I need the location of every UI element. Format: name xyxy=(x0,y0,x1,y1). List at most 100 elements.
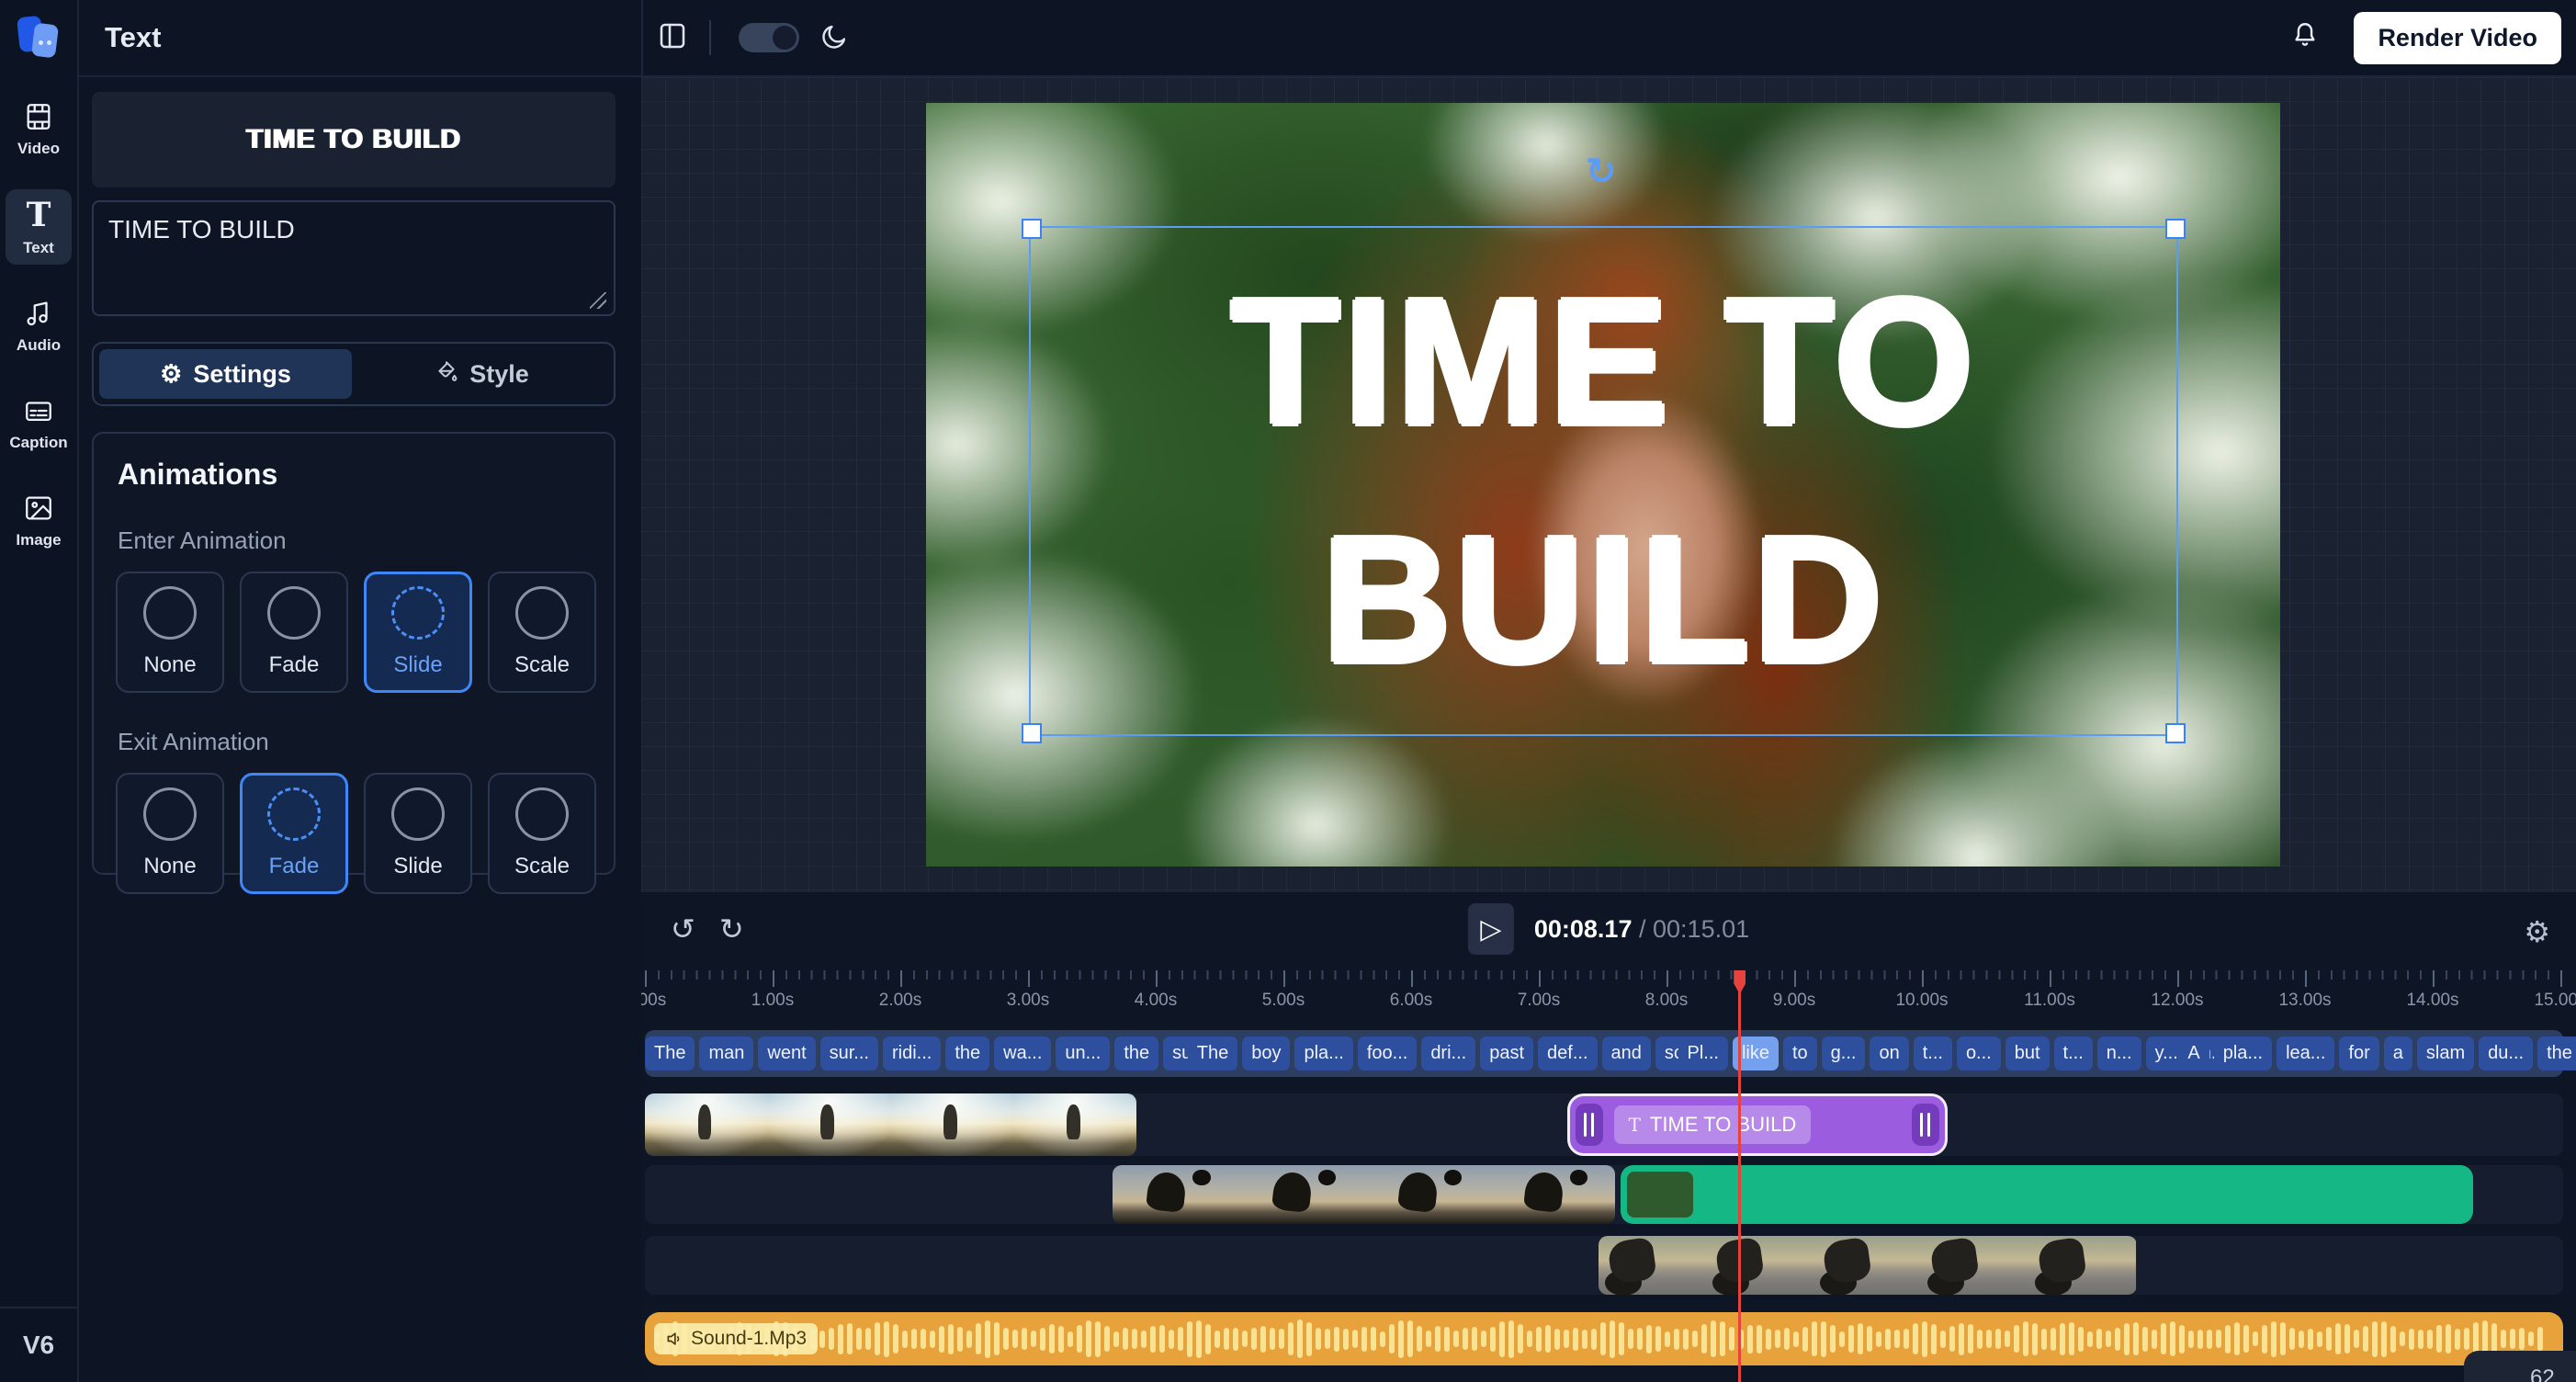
soccer-video-clip[interactable] xyxy=(1113,1165,1616,1224)
resize-handle-bottom-right[interactable] xyxy=(2165,723,2186,743)
animation-option-fade[interactable]: Fade xyxy=(240,572,348,693)
cycle-thumbnail xyxy=(1813,1236,1921,1295)
caption-group: Theboypla...foo...dri...pastdef...andsc.… xyxy=(1188,1036,1708,1070)
caption-word-chip[interactable]: t... xyxy=(2054,1036,2093,1070)
green-image-clip[interactable] xyxy=(1621,1165,2474,1224)
textarea-resize-handle[interactable] xyxy=(590,292,606,309)
sidebar-item-caption[interactable]: Caption xyxy=(6,386,72,459)
caption-word-chip[interactable]: n... xyxy=(2097,1036,2141,1070)
text-selection-box[interactable]: TIME TO BUILD xyxy=(1029,226,2178,736)
caption-word-chip[interactable]: wa... xyxy=(994,1036,1051,1070)
sidebar-item-label: Text xyxy=(23,239,54,257)
rotate-handle-icon[interactable]: ↻ xyxy=(1586,151,1617,193)
animation-circle-icon xyxy=(267,586,321,640)
audio-clip-label: Sound-1.Mp3 xyxy=(654,1323,818,1354)
caption-word-chip[interactable]: un... xyxy=(1056,1036,1110,1070)
animation-option-scale[interactable]: Scale xyxy=(488,773,596,894)
top-bar: Render Video xyxy=(641,0,2576,77)
caption-word-chip[interactable]: Pl... xyxy=(1678,1036,1728,1070)
caption-word-chip[interactable]: but xyxy=(2005,1036,2050,1070)
caption-word-chip[interactable]: foo... xyxy=(1358,1036,1417,1070)
caption-word-chip[interactable]: dri... xyxy=(1421,1036,1475,1070)
caption-word-chip[interactable]: the xyxy=(1114,1036,1158,1070)
animation-option-fade[interactable]: Fade xyxy=(240,773,348,894)
caption-word-chip[interactable]: A xyxy=(2178,1036,2209,1070)
video-editor-app: Video T Text Audio Caption xyxy=(0,0,2576,1382)
notifications-bell-icon[interactable] xyxy=(2289,20,2321,56)
soccer-thumbnail xyxy=(1364,1165,1490,1224)
play-button[interactable]: ▷ xyxy=(1468,903,1514,955)
overlay-text-line1[interactable]: TIME TO xyxy=(1230,244,1976,481)
sidebar-item-text[interactable]: T Text xyxy=(6,189,72,265)
video-preview-frame[interactable]: TIME TO BUILD ↻ xyxy=(926,103,2280,867)
animation-circle-icon xyxy=(267,787,321,841)
playhead[interactable] xyxy=(1738,970,1741,1382)
ruler-label: 9.00s xyxy=(1773,991,1815,1011)
text-icon: T xyxy=(27,198,51,232)
text-style-preview[interactable]: TIME TO BUILD xyxy=(92,92,616,187)
tab-style[interactable]: Style xyxy=(356,349,608,399)
caption-word-chip[interactable]: The xyxy=(1188,1036,1237,1070)
caption-word-chip[interactable]: pla... xyxy=(1294,1036,1352,1070)
cycling-video-clip[interactable] xyxy=(1599,1236,2136,1295)
animation-option-scale[interactable]: Scale xyxy=(488,572,596,693)
caption-word-chip[interactable]: boy xyxy=(1242,1036,1290,1070)
animation-circle-icon xyxy=(391,787,445,841)
caption-word-chip[interactable]: pla... xyxy=(2214,1036,2272,1070)
timeline-settings-gear-icon[interactable]: ⚙ xyxy=(2524,914,2550,949)
resize-handle-top-left[interactable] xyxy=(1022,219,1042,239)
animation-option-none[interactable]: None xyxy=(116,572,224,693)
text-content-input[interactable]: TIME TO BUILD xyxy=(92,200,616,316)
resize-handle-bottom-left[interactable] xyxy=(1022,723,1042,743)
undo-icon[interactable]: ↺ xyxy=(665,911,701,947)
caption-word-chip[interactable]: the xyxy=(945,1036,989,1070)
caption-word-chip[interactable]: the xyxy=(2537,1036,2576,1070)
caption-word-chip[interactable]: du... xyxy=(2479,1036,2533,1070)
sidebar-item-audio[interactable]: Audio xyxy=(6,289,72,362)
animation-option-none[interactable]: None xyxy=(116,773,224,894)
caption-word-chip[interactable]: t... xyxy=(1914,1036,1952,1070)
sidebar-item-label: Caption xyxy=(9,434,67,452)
render-video-button[interactable]: Render Video xyxy=(2354,12,2561,64)
caption-word-chip[interactable]: went xyxy=(758,1036,815,1070)
caption-word-chip[interactable]: def... xyxy=(1538,1036,1597,1070)
surfer-video-clip[interactable] xyxy=(645,1093,1136,1156)
animation-option-slide[interactable]: Slide xyxy=(364,572,472,693)
ruler-label: 8.00s xyxy=(1645,991,1688,1011)
caption-word-chip[interactable]: to xyxy=(1783,1036,1817,1070)
caption-word-chip[interactable]: lea... xyxy=(2277,1036,2334,1070)
animation-option-slide[interactable]: Slide xyxy=(364,773,472,894)
preview-canvas[interactable]: TIME TO BUILD ↻ xyxy=(641,77,2576,892)
caption-word-chip[interactable]: for xyxy=(2339,1036,2378,1070)
clip-trim-handle-right[interactable] xyxy=(1912,1104,1939,1146)
tab-settings[interactable]: ⚙ Settings xyxy=(99,349,352,399)
caption-word-chip[interactable]: g... xyxy=(1822,1036,1866,1070)
caption-word-chip[interactable]: on xyxy=(1870,1036,1908,1070)
rail-footer: V6 xyxy=(0,1307,77,1382)
ruler-label: 13.00s xyxy=(2278,991,2331,1011)
time-to-build-text-clip[interactable]: TTIME TO BUILD xyxy=(1567,1093,1948,1156)
moon-icon xyxy=(819,20,851,56)
toggle-sidebar-icon[interactable] xyxy=(656,19,689,57)
sidebar-item-image[interactable]: Image xyxy=(6,483,72,557)
caption-word-chip[interactable]: a xyxy=(2384,1036,2412,1070)
audio-clip[interactable]: Sound-1.Mp3 xyxy=(645,1312,2563,1365)
clip-trim-handle-left[interactable] xyxy=(1576,1104,1603,1146)
caption-word-chip[interactable]: and xyxy=(1602,1036,1651,1070)
sidebar-item-label: Audio xyxy=(17,336,61,355)
redo-icon[interactable]: ↻ xyxy=(714,911,750,947)
timeline-ruler[interactable]: 0.00s1.00s2.00s3.00s4.00s5.00s6.00s7.00s… xyxy=(645,970,2565,1013)
caption-word-chip[interactable]: past xyxy=(1480,1036,1533,1070)
caption-word-chip[interactable]: slam xyxy=(2417,1036,2474,1070)
caption-word-chip[interactable]: o... xyxy=(1957,1036,2001,1070)
animation-circle-icon xyxy=(143,787,197,841)
caption-word-chip[interactable]: The xyxy=(645,1036,695,1070)
app-logo-icon[interactable] xyxy=(17,13,61,59)
resize-handle-top-right[interactable] xyxy=(2165,219,2186,239)
sidebar-item-video[interactable]: Video xyxy=(6,92,72,165)
overlay-text-line2[interactable]: BUILD xyxy=(1322,481,1886,719)
caption-word-chip[interactable]: ridi... xyxy=(883,1036,941,1070)
theme-toggle[interactable] xyxy=(739,23,799,52)
caption-word-chip[interactable]: man xyxy=(699,1036,753,1070)
caption-word-chip[interactable]: sur... xyxy=(820,1036,878,1070)
